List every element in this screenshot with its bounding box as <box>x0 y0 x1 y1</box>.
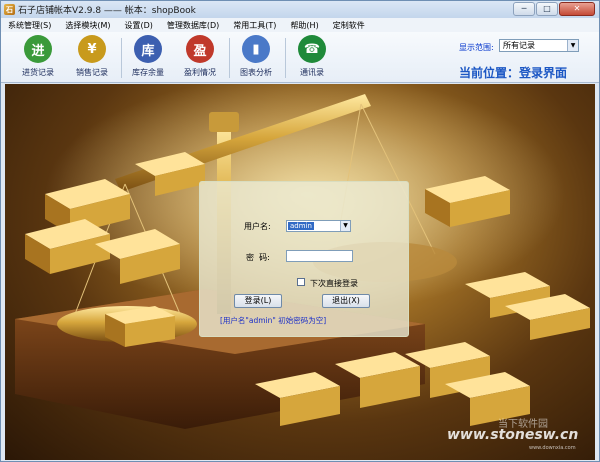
inventory-icon: 库 <box>134 35 162 63</box>
menu-tools[interactable]: 常用工具(T) <box>226 20 283 31</box>
menu-settings[interactable]: 设置(D) <box>117 20 159 31</box>
chevron-down-icon: ▼ <box>340 221 350 231</box>
login-hint: [用户名"admin" 初始密码为空] <box>220 316 327 325</box>
menu-bar: 系统管理(S) 选择模块(M) 设置(D) 管理数据库(D) 常用工具(T) 帮… <box>1 18 599 32</box>
range-select[interactable]: 所有记录 ▼ <box>499 39 579 52</box>
current-location: 当前位置：登录界面 <box>459 66 568 80</box>
login-dialog: 用户名: admin ▼ 密 码: 下次直接登录 登录(L) 退出(X) [用户… <box>199 181 409 337</box>
toolbar-contacts-label: 通讯录 <box>300 68 324 77</box>
username-label: 用户名: <box>244 222 271 231</box>
toolbar-sales[interactable]: ¥ 销售记录 <box>67 35 117 81</box>
toolbar-inventory-label: 库存余量 <box>132 68 164 77</box>
chart-icon: ▮ <box>242 35 270 63</box>
purchase-icon: 进 <box>24 35 52 63</box>
login-button[interactable]: 登录(L) <box>234 294 282 308</box>
menu-custom[interactable]: 定制软件 <box>326 20 372 31</box>
toolbar-separator <box>229 38 230 78</box>
watermark-text: www.stonesw.cn <box>447 427 579 443</box>
menu-help[interactable]: 帮助(H) <box>283 20 325 31</box>
profit-icon: 盈 <box>186 35 214 63</box>
app-icon: 石 <box>4 4 15 15</box>
toolbar-sales-label: 销售记录 <box>76 68 108 77</box>
menu-module[interactable]: 选择模块(M) <box>58 20 117 31</box>
close-button[interactable]: ✕ <box>559 2 595 16</box>
toolbar-profit[interactable]: 盈 盈利情况 <box>175 35 225 81</box>
password-input[interactable] <box>286 250 353 262</box>
toolbar-chart-label: 图表分析 <box>240 68 272 77</box>
toolbar-contacts[interactable]: ☎ 通讯录 <box>287 35 337 81</box>
chevron-down-icon: ▼ <box>567 40 578 51</box>
toolbar-chart[interactable]: ▮ 图表分析 <box>231 35 281 81</box>
username-select[interactable]: admin ▼ <box>286 220 351 232</box>
app-window: 石 石子店铺帐本V2.9.8 —— 帐本：shopBook ─ □ ✕ 系统管理… <box>0 0 600 462</box>
toolbar-purchase[interactable]: 进 进货记录 <box>13 35 63 81</box>
menu-database[interactable]: 管理数据库(D) <box>160 20 226 31</box>
toolbar-separator <box>285 38 286 78</box>
remember-label: 下次直接登录 <box>310 279 358 288</box>
range-value: 所有记录 <box>503 41 535 50</box>
scale-crown <box>209 112 239 132</box>
toolbar-purchase-label: 进货记录 <box>22 68 54 77</box>
sales-icon: ¥ <box>78 35 106 63</box>
toolbar-inventory[interactable]: 库 库存余量 <box>123 35 173 81</box>
range-label: 显示范围: <box>459 43 494 52</box>
maximize-button[interactable]: □ <box>536 2 558 16</box>
window-controls: ─ □ ✕ <box>513 2 595 16</box>
watermark-sub: www.downxia.com <box>529 445 576 451</box>
toolbar-separator <box>121 38 122 78</box>
menu-system[interactable]: 系统管理(S) <box>1 20 58 31</box>
minimize-button[interactable]: ─ <box>513 2 535 16</box>
username-value: admin <box>288 222 314 230</box>
toolbar: 进 进货记录 ¥ 销售记录 库 库存余量 盈 盈利情况 ▮ 图表分析 ☎ 通讯录… <box>1 32 599 83</box>
toolbar-profit-label: 盈利情况 <box>184 68 216 77</box>
phone-icon: ☎ <box>298 35 326 63</box>
window-title: 石子店铺帐本V2.9.8 —— 帐本：shopBook <box>18 6 196 16</box>
title-bar: 石 石子店铺帐本V2.9.8 —— 帐本：shopBook ─ □ ✕ <box>1 1 599 18</box>
exit-button[interactable]: 退出(X) <box>322 294 370 308</box>
password-label: 密 码: <box>246 253 270 262</box>
remember-checkbox[interactable] <box>297 278 305 286</box>
